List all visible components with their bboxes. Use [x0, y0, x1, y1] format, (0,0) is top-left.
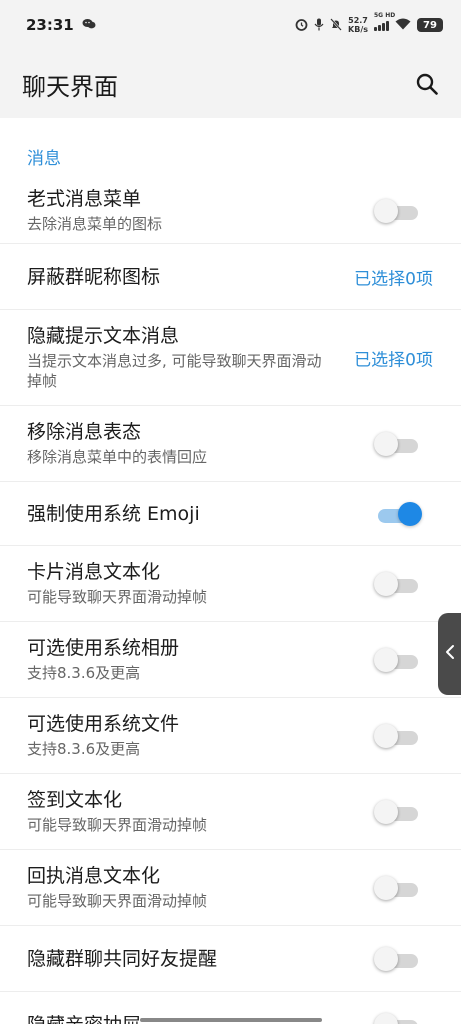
- setting-subtitle: 去除消息菜单的图标: [27, 215, 163, 233]
- setting-row-receipt-text[interactable]: 回执消息文本化 可能导致聊天界面滑动掉帧: [0, 850, 461, 926]
- setting-value[interactable]: 已选择0项: [354, 264, 433, 289]
- card-text-toggle[interactable]: [374, 571, 418, 596]
- setting-row-checkin-text[interactable]: 签到文本化 可能导致聊天界面滑动掉帧: [0, 774, 461, 850]
- setting-row-card-text[interactable]: 卡片消息文本化 可能导致聊天界面滑动掉帧: [0, 546, 461, 622]
- wifi-icon: [395, 18, 411, 32]
- setting-subtitle: 可能导致聊天界面滑动掉帧: [27, 588, 208, 606]
- remove-reaction-toggle[interactable]: [374, 431, 418, 456]
- mic-icon: [314, 18, 324, 33]
- setting-value[interactable]: 已选择0项: [354, 345, 433, 370]
- setting-title: 老式消息菜单: [27, 188, 142, 210]
- signal-label: 5G HD: [374, 12, 396, 19]
- setting-title: 强制使用系统 Emoji: [27, 502, 200, 525]
- setting-row-system-emoji[interactable]: 强制使用系统 Emoji: [0, 482, 461, 546]
- status-bar: 23:31 52.7 KB/s 5G HD 79: [0, 0, 461, 50]
- network-speed-unit: KB/s: [348, 25, 368, 34]
- setting-title: 屏蔽群昵称图标: [27, 265, 161, 288]
- network-speed: 52.7 KB/s: [348, 16, 368, 34]
- home-indicator[interactable]: [140, 1018, 322, 1022]
- setting-title: 卡片消息文本化: [27, 561, 161, 583]
- setting-title: 可选使用系统相册: [27, 637, 180, 659]
- search-icon[interactable]: [411, 68, 443, 100]
- setting-subtitle: 当提示文本消息过多, 可能导致聊天界面滑动掉帧: [27, 352, 322, 390]
- setting-subtitle: 支持8.3.6及更高: [27, 740, 141, 758]
- side-panel-handle[interactable]: [438, 613, 461, 695]
- app-bar: 聊天界面: [0, 50, 461, 118]
- hide-mutual-friend-toggle[interactable]: [374, 946, 418, 971]
- setting-subtitle: 可能导致聊天界面滑动掉帧: [27, 892, 208, 910]
- setting-row-remove-reaction[interactable]: 移除消息表态 移除消息菜单中的表情回应: [0, 406, 461, 482]
- setting-row-system-album[interactable]: 可选使用系统相册 支持8.3.6及更高: [0, 622, 461, 698]
- system-file-toggle[interactable]: [374, 723, 418, 748]
- setting-row-hide-nick-icon[interactable]: 屏蔽群昵称图标 已选择0项: [0, 244, 461, 310]
- status-time: 23:31: [26, 16, 74, 34]
- setting-subtitle: 移除消息菜单中的表情回应: [27, 448, 208, 466]
- wechat-icon: [82, 18, 96, 33]
- setting-row-system-file[interactable]: 可选使用系统文件 支持8.3.6及更高: [0, 698, 461, 774]
- setting-subtitle: 可能导致聊天界面滑动掉帧: [27, 816, 208, 834]
- setting-subtitle: 支持8.3.6及更高: [27, 664, 141, 682]
- battery-icon: 79: [417, 18, 443, 32]
- setting-title: 隐藏群聊共同好友提醒: [27, 947, 218, 970]
- legacy-menu-toggle[interactable]: [374, 198, 418, 223]
- bell-off-icon: [330, 17, 342, 33]
- checkin-text-toggle[interactable]: [374, 799, 418, 824]
- alarm-icon: [295, 18, 308, 33]
- settings-list: 消息 老式消息菜单 去除消息菜单的图标 屏蔽群昵称图标 已选择0项 隐藏提示文本…: [0, 118, 461, 1024]
- receipt-text-toggle[interactable]: [374, 875, 418, 900]
- setting-row-hide-mutual-friend[interactable]: 隐藏群聊共同好友提醒: [0, 926, 461, 992]
- page-title: 聊天界面: [22, 72, 118, 101]
- setting-title: 隐藏提示文本消息: [27, 325, 180, 347]
- setting-title: 移除消息表态: [27, 421, 142, 443]
- signal-icon: 5G HD: [374, 12, 395, 31]
- setting-row-hide-tip-text[interactable]: 隐藏提示文本消息 当提示文本消息过多, 可能导致聊天界面滑动掉帧 已选择0项: [0, 310, 461, 406]
- setting-title: 签到文本化: [27, 789, 123, 811]
- system-album-toggle[interactable]: [374, 647, 418, 672]
- hide-intimate-drawer-toggle[interactable]: [374, 1013, 418, 1024]
- system-emoji-toggle[interactable]: [378, 501, 422, 526]
- setting-title: 可选使用系统文件: [27, 713, 180, 735]
- chevron-left-icon: [445, 644, 455, 664]
- network-speed-value: 52.7: [348, 16, 368, 25]
- section-header-messages: 消息: [27, 149, 61, 169]
- setting-row-legacy-menu[interactable]: 老式消息菜单 去除消息菜单的图标: [0, 178, 461, 244]
- setting-title: 回执消息文本化: [27, 865, 161, 887]
